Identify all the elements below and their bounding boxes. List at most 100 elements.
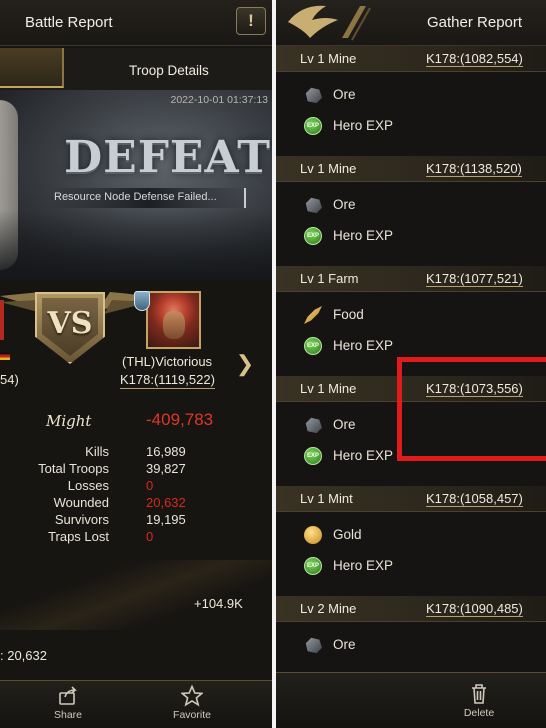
stat-value: 0 [146, 478, 154, 493]
flag-icon [0, 352, 10, 360]
versus-section: VS 54) (THL)Victorious K178:(1119,522) ❯ [0, 280, 272, 390]
stat-label: Total Troops [38, 461, 109, 476]
reward-label: Food [333, 307, 364, 322]
decorative-swoosh [0, 560, 272, 630]
ore-icon [305, 87, 322, 104]
reward-row: Ore [276, 634, 546, 656]
battle-report-panel: Battle Report ! Troop Details 2022-10-01… [0, 0, 272, 728]
gather-entry-header: Lv 2 Mine K178:(1090,485) [276, 596, 546, 622]
resource-gain: +104.9K [194, 596, 243, 611]
trash-icon [472, 684, 486, 704]
tab-troop-details[interactable]: Troop Details [129, 63, 209, 78]
gather-entry-header: Lv 1 Mint K178:(1058,457) [276, 486, 546, 512]
gather-entry-header: Lv 1 Mine K178:(1138,520) [276, 156, 546, 182]
stat-value: 39,827 [146, 461, 186, 476]
reward-label: Ore [333, 637, 356, 652]
reward-row: Ore [276, 194, 546, 216]
reward-row: Food [276, 304, 546, 326]
banner-ground [0, 210, 272, 280]
reward-label: Ore [333, 417, 356, 432]
gold-icon [304, 526, 322, 544]
list-item: Lv 1 Mine K178:(1138,520) Ore EXP Hero E… [276, 156, 546, 266]
reward-row: Gold [276, 524, 546, 546]
battle-date: 2022-10-01 01:37:13 [170, 94, 269, 106]
stat-row: Losses 0 [0, 478, 272, 495]
battle-report-header: Battle Report ! [0, 0, 272, 46]
reward-label: Hero EXP [333, 118, 394, 133]
share-label: Share [53, 709, 83, 721]
highlight-annotation [397, 357, 546, 461]
wounded-summary: : 20,632 [0, 648, 47, 663]
share-button[interactable]: Share [38, 685, 98, 727]
node-coords-link[interactable]: K178:(1058,457) [426, 491, 523, 507]
favorite-button[interactable]: Favorite [162, 685, 222, 727]
reward-label: Hero EXP [333, 338, 394, 353]
enemy-avatar[interactable] [146, 291, 201, 349]
reward-row: EXP Hero EXP [276, 555, 546, 577]
shield-badge-icon [134, 291, 150, 311]
ore-icon [305, 417, 322, 434]
share-icon [59, 686, 77, 705]
list-item: Lv 1 Mint K178:(1058,457) Gold EXP Hero … [276, 486, 546, 596]
reward-label: Ore [333, 87, 356, 102]
favorite-label: Favorite [173, 709, 211, 721]
reward-label: Hero EXP [333, 558, 394, 573]
node-name: Lv 1 Mine [300, 51, 357, 66]
vs-label: VS [47, 306, 93, 341]
player-coords[interactable]: 54) [0, 372, 19, 387]
stat-row: Traps Lost 0 [0, 529, 272, 546]
reward-label: Hero EXP [333, 228, 394, 243]
stat-value: 0 [146, 529, 154, 544]
report-tabs: Troop Details [0, 48, 272, 90]
stat-value: 16,989 [146, 444, 186, 459]
tab-overview[interactable] [0, 48, 64, 88]
stat-row: Total Troops 39,827 [0, 461, 272, 478]
exp-icon: EXP [304, 117, 322, 135]
delete-label: Delete [463, 707, 495, 719]
reward-label: Ore [333, 197, 356, 212]
ore-icon [305, 197, 322, 214]
stat-row: Wounded 20,632 [0, 495, 272, 512]
defeat-title: DEFEAT [64, 132, 271, 183]
node-name: Lv 1 Mint [300, 491, 353, 506]
list-item: Lv 1 Mine K178:(1082,554) Ore EXP Hero E… [276, 46, 546, 156]
enemy-coords-link[interactable]: K178:(1119,522) [120, 372, 215, 389]
node-name: Lv 1 Mine [300, 381, 357, 396]
node-coords-link[interactable]: K178:(1077,521) [426, 271, 523, 287]
exp-icon: EXP [304, 337, 322, 355]
subtitle-divider [244, 188, 246, 208]
reward-row: EXP Hero EXP [276, 225, 546, 247]
delete-button[interactable]: Delete [454, 683, 504, 725]
node-coords-link[interactable]: K178:(1082,554) [426, 51, 523, 67]
gather-report-panel: Gather Report Lv 1 Mine K178:(1082,554) … [276, 0, 546, 728]
help-button[interactable]: ! [236, 7, 266, 35]
node-coords-link[interactable]: K178:(1090,485) [426, 601, 523, 617]
enemy-face [163, 311, 185, 339]
might-row: Might -409,783 [0, 410, 272, 436]
node-name: Lv 1 Farm [300, 271, 359, 286]
reward-label: Gold [333, 527, 362, 542]
might-value: -409,783 [146, 410, 214, 429]
stat-label: Survivors [54, 512, 109, 527]
battle-report-title: Battle Report [25, 14, 113, 31]
stat-value: 20,632 [146, 495, 186, 510]
stat-row: Survivors 19,195 [0, 512, 272, 529]
food-icon [304, 306, 322, 324]
node-coords-link[interactable]: K178:(1138,520) [426, 161, 522, 177]
stat-row: Kills 16,989 [0, 444, 272, 461]
chevron-right-icon[interactable]: ❯ [233, 352, 257, 376]
gather-report-header: Gather Report [276, 0, 546, 46]
battle-report-footer: Share Favorite [0, 680, 272, 728]
reward-label: Hero EXP [333, 448, 394, 463]
exp-icon: EXP [304, 447, 322, 465]
gather-entry-header: Lv 1 Farm K178:(1077,521) [276, 266, 546, 292]
reward-row: Ore [276, 84, 546, 106]
node-name: Lv 1 Mine [300, 161, 357, 176]
reward-row: EXP Hero EXP [276, 115, 546, 137]
star-icon [181, 685, 203, 707]
stat-label: Traps Lost [48, 529, 109, 544]
stat-label: Losses [67, 478, 109, 493]
battle-result-banner: 2022-10-01 01:37:13 DEFEAT Resource Node… [0, 90, 272, 280]
gather-report-footer: Delete [276, 672, 546, 728]
eagle-back-icon[interactable] [282, 2, 372, 44]
